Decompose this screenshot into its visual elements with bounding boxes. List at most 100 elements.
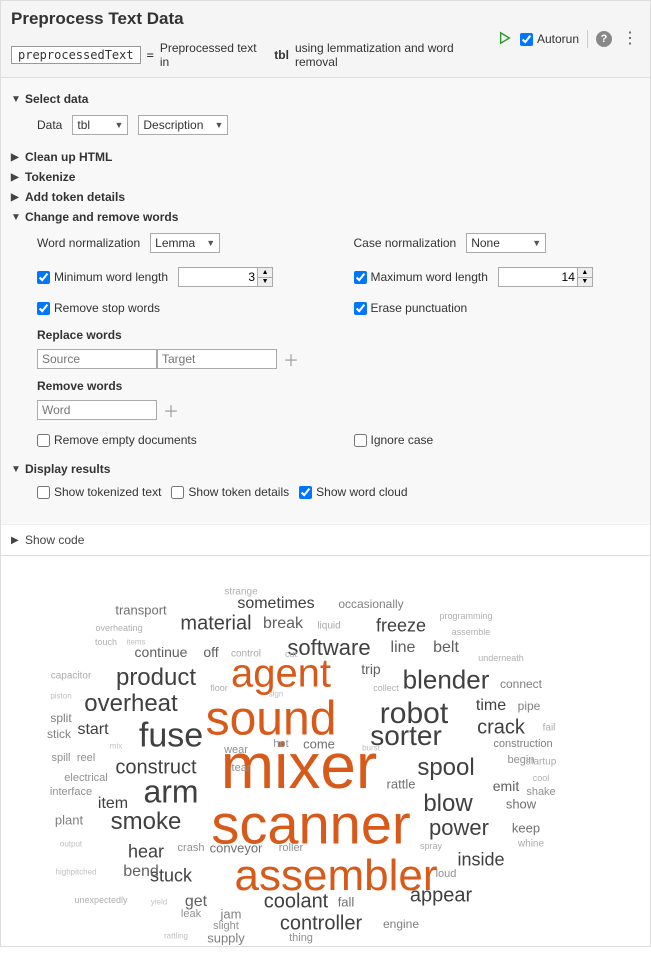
section-header-clean-html[interactable]: ▶ Clean up HTML — [11, 150, 640, 164]
section-tokenize: ▶ Tokenize — [11, 170, 640, 184]
word-cloud-word: spill — [52, 752, 71, 764]
word-cloud-word: overheating — [95, 623, 142, 633]
max-word-length-input[interactable] — [498, 267, 578, 287]
min-word-length-label: Minimum word length — [54, 270, 168, 284]
section-label: Tokenize — [25, 170, 75, 184]
word-cloud-word: rattling — [164, 932, 188, 941]
word-cloud-word: hear — [128, 842, 164, 863]
word-cloud-word: sorter — [370, 720, 442, 752]
word-cloud-word: unexpectedly — [74, 895, 127, 905]
max-word-length-spinner[interactable]: ▲▼ — [578, 267, 593, 287]
show-code-toggle[interactable]: ▶ Show code — [1, 524, 650, 555]
word-cloud-word: floor — [210, 683, 228, 693]
section-header-change-remove[interactable]: ▼ Change and remove words — [11, 210, 640, 224]
section-clean-html: ▶ Clean up HTML — [11, 150, 640, 164]
equals-sign: = — [147, 48, 154, 62]
word-cloud-word: belt — [433, 639, 459, 657]
run-button[interactable] — [498, 31, 512, 48]
chevron-down-icon: ▼ — [214, 120, 223, 130]
word-cloud-word: keep — [512, 821, 540, 836]
word-cloud: mixerscannersoundassembleragentfusearmro… — [1, 556, 650, 946]
word-cloud-word: shake — [526, 786, 555, 798]
word-cloud-word: sign — [269, 690, 284, 699]
word-cloud-word: construction — [493, 738, 552, 750]
separator — [587, 30, 588, 48]
data-dropdown[interactable]: tbl ▼ — [72, 115, 128, 135]
kebab-menu-icon[interactable]: ⋮ — [620, 31, 640, 47]
remove-empty-docs-checkbox[interactable]: Remove empty documents — [37, 433, 197, 447]
disclosure-icon: ▶ — [11, 192, 21, 203]
word-cloud-word: engine — [383, 917, 419, 931]
word-cloud-word: line — [391, 639, 416, 657]
remove-stop-words-label: Remove stop words — [54, 301, 160, 315]
section-label: Select data — [25, 92, 88, 106]
section-header-tokenize[interactable]: ▶ Tokenize — [11, 170, 640, 184]
word-cloud-word: time — [476, 697, 506, 715]
show-tokenized-checkbox[interactable]: Show tokenized text — [37, 485, 161, 499]
word-cloud-word: burst — [362, 744, 380, 753]
erase-punctuation-label: Erase punctuation — [371, 301, 468, 315]
word-cloud-word: fall — [338, 895, 355, 910]
word-cloud-word: hot — [273, 738, 288, 750]
remove-stop-words-checkbox[interactable]: Remove stop words — [37, 301, 160, 315]
section-label: Display results — [25, 462, 110, 476]
ignore-case-checkbox[interactable]: Ignore case — [354, 433, 434, 447]
disclosure-icon: ▼ — [11, 464, 21, 475]
disclosure-icon: ▶ — [11, 535, 21, 546]
show-word-cloud-checkbox[interactable]: Show word cloud — [299, 485, 407, 499]
case-norm-dropdown[interactable]: None ▼ — [466, 233, 546, 253]
add-replace-pair-icon[interactable]: ＋ — [277, 347, 305, 371]
data-dropdown-value: tbl — [77, 118, 90, 132]
word-cloud-word: start — [77, 721, 108, 739]
max-word-length-checkbox[interactable]: Maximum word length — [354, 270, 488, 284]
section-change-remove-words: ▼ Change and remove words Word normaliza… — [11, 210, 640, 456]
add-remove-word-icon[interactable]: ＋ — [157, 398, 185, 422]
word-cloud-word: pipe — [518, 699, 541, 713]
section-header-display-results[interactable]: ▼ Display results — [11, 462, 640, 476]
word-cloud-word: underneath — [478, 653, 524, 663]
word-cloud-word: show — [506, 797, 536, 812]
show-token-details-label: Show token details — [188, 485, 289, 499]
word-cloud-word: startup — [526, 757, 557, 768]
word-cloud-word: thing — [289, 932, 313, 944]
word-cloud-word: control — [231, 649, 261, 660]
word-cloud-word: software — [287, 635, 370, 661]
min-word-length-checkbox[interactable]: Minimum word length — [37, 270, 168, 284]
word-cloud-word: cut — [285, 649, 297, 659]
column-dropdown-value: Description — [143, 118, 203, 132]
disclosure-icon: ▼ — [11, 94, 21, 105]
column-dropdown[interactable]: Description ▼ — [138, 115, 228, 135]
show-code-label: Show code — [25, 533, 84, 547]
min-word-length-input[interactable] — [178, 267, 258, 287]
word-cloud-word: emit — [493, 778, 519, 794]
ignore-case-label: Ignore case — [371, 433, 434, 447]
word-cloud-word: output — [60, 840, 82, 849]
word-cloud-panel: mixerscannersoundassembleragentfusearmro… — [0, 556, 651, 947]
word-norm-label: Word normalization — [37, 236, 140, 250]
word-cloud-word: fuse — [139, 717, 203, 756]
help-icon[interactable]: ? — [596, 31, 612, 47]
show-token-details-checkbox[interactable]: Show token details — [171, 485, 289, 499]
autorun-checkbox[interactable]: Autorun — [520, 32, 579, 46]
section-header-select-data[interactable]: ▼ Select data — [11, 92, 640, 106]
replace-source-input[interactable] — [37, 349, 157, 369]
word-cloud-word: item — [98, 795, 128, 813]
remove-word-input[interactable] — [37, 400, 157, 420]
min-word-length-spinner[interactable]: ▲▼ — [258, 267, 273, 287]
erase-punctuation-checkbox[interactable]: Erase punctuation — [354, 301, 468, 315]
show-tokenized-label: Show tokenized text — [54, 485, 161, 499]
remove-words-heading: Remove words — [37, 379, 640, 393]
word-cloud-word: stick — [47, 727, 71, 741]
disclosure-icon: ▼ — [11, 212, 21, 223]
word-cloud-word: piston — [50, 692, 71, 701]
replace-target-input[interactable] — [157, 349, 277, 369]
section-header-add-token-details[interactable]: ▶ Add token details — [11, 190, 640, 204]
output-variable-name[interactable]: preprocessedText — [11, 46, 141, 64]
replace-words-heading: Replace words — [37, 328, 640, 342]
section-select-data: ▼ Select data Data tbl ▼ Description ▼ — [11, 92, 640, 144]
case-norm-label: Case normalization — [354, 236, 457, 250]
output-desc-prefix: Preprocessed text in — [160, 41, 268, 69]
word-cloud-word: overheat — [84, 690, 177, 718]
word-cloud-word: fail — [543, 723, 556, 734]
word-norm-dropdown[interactable]: Lemma ▼ — [150, 233, 220, 253]
